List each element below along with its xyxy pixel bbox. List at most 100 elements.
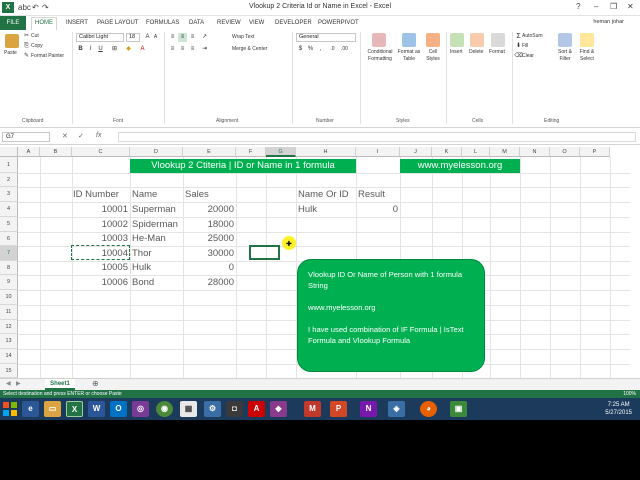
minimize-button[interactable]: –: [594, 2, 598, 12]
copy-button[interactable]: Copy: [31, 43, 43, 50]
enter-formula-icon[interactable]: ✓: [78, 132, 84, 140]
align-top-icon[interactable]: ≡: [168, 33, 177, 42]
row-header[interactable]: 11: [0, 305, 18, 320]
borders-icon[interactable]: ⊞: [110, 45, 119, 54]
header-sales[interactable]: Sales: [185, 188, 209, 201]
row-header[interactable]: 10: [0, 290, 18, 305]
paste-button[interactable]: Paste: [4, 50, 17, 57]
chrome-icon[interactable]: ◉: [156, 401, 173, 417]
find-select-button[interactable]: Find & Select: [576, 49, 598, 63]
row-header[interactable]: 12: [0, 320, 18, 334]
align-middle-icon[interactable]: ≡: [178, 33, 187, 42]
header-name-or-id[interactable]: Name Or ID: [298, 188, 349, 201]
movie-maker-icon[interactable]: M: [304, 401, 321, 417]
media-icon[interactable]: ◎: [132, 401, 149, 417]
align-bottom-icon[interactable]: ≡: [188, 33, 197, 42]
ie-icon[interactable]: e: [22, 401, 39, 417]
underline-icon[interactable]: U: [96, 45, 105, 54]
cell-styles-icon[interactable]: [426, 33, 440, 47]
row-header[interactable]: 2: [0, 173, 18, 187]
percent-icon[interactable]: %: [306, 45, 315, 54]
shrink-font-icon[interactable]: A: [151, 33, 160, 42]
fill-color-icon[interactable]: ◆: [124, 45, 133, 54]
row-header[interactable]: 14: [0, 349, 18, 364]
row-header[interactable]: 9: [0, 275, 18, 290]
row-header[interactable]: 5: [0, 217, 18, 232]
wrap-text-button[interactable]: Wrap Text: [232, 34, 254, 41]
calculator-icon[interactable]: ▦: [180, 401, 197, 417]
align-center-icon[interactable]: ≡: [178, 45, 187, 54]
column-header[interactable]: K: [432, 147, 462, 157]
table-sales-cell[interactable]: 25000: [183, 232, 234, 245]
row-header[interactable]: 4: [0, 202, 18, 217]
header-result[interactable]: Result: [358, 188, 385, 201]
table-name-cell[interactable]: Hulk: [132, 261, 151, 274]
lookup-value-cell[interactable]: Hulk: [298, 203, 317, 216]
table-name-cell[interactable]: Spiderman: [132, 218, 178, 231]
fill-button[interactable]: Fill: [522, 43, 528, 50]
select-all-corner[interactable]: [0, 147, 18, 157]
recorder-icon[interactable]: ▣: [450, 401, 467, 417]
decrease-decimal-icon[interactable]: .00: [340, 45, 349, 54]
cell-styles-button[interactable]: Cell Styles: [424, 49, 442, 63]
italic-icon[interactable]: I: [86, 45, 95, 54]
add-sheet-icon[interactable]: ⊕: [92, 379, 99, 388]
header-name[interactable]: Name: [132, 188, 157, 201]
sheet-tab-sheet1[interactable]: Sheet1: [45, 379, 75, 390]
comma-icon[interactable]: ,: [316, 45, 325, 54]
conditional-formatting-icon[interactable]: [372, 33, 386, 47]
row-header[interactable]: 3: [0, 187, 18, 202]
banner-site[interactable]: www.myelesson.org: [400, 159, 520, 173]
network-icon[interactable]: ◈: [388, 401, 405, 417]
row-header[interactable]: 13: [0, 334, 18, 349]
system-clock[interactable]: 7:25 AM 5/27/2015: [605, 401, 632, 417]
tab-view[interactable]: VIEW: [249, 18, 264, 28]
column-header[interactable]: G: [266, 147, 296, 157]
conditional-formatting-button[interactable]: Conditional Formatting: [362, 49, 398, 63]
clear-button[interactable]: Clear: [522, 53, 534, 60]
camera-icon[interactable]: ◘: [226, 401, 243, 417]
table-sales-cell[interactable]: 20000: [183, 203, 234, 216]
outlook-icon[interactable]: O: [110, 401, 127, 417]
settings-icon[interactable]: ⚙: [204, 401, 221, 417]
column-header[interactable]: B: [40, 147, 72, 157]
tab-insert[interactable]: INSERT: [66, 18, 88, 28]
font-color-icon[interactable]: A: [138, 45, 147, 54]
tab-home[interactable]: HOME: [31, 17, 57, 30]
tab-developer[interactable]: DEVELOPER: [275, 18, 312, 28]
table-sales-cell[interactable]: 18000: [183, 218, 234, 231]
delete-cells-button[interactable]: Delete: [469, 49, 483, 56]
table-id-cell[interactable]: 10006: [72, 276, 128, 289]
table-id-cell[interactable]: 10001: [72, 203, 128, 216]
tab-powerpivot[interactable]: POWERPIVOT: [318, 18, 359, 28]
bold-icon[interactable]: B: [76, 45, 85, 54]
header-id-number[interactable]: ID Number: [73, 188, 119, 201]
format-as-table-button[interactable]: Format as Table: [396, 49, 422, 63]
help-icon[interactable]: ?: [576, 2, 580, 12]
tab-file[interactable]: FILE: [0, 16, 26, 30]
tab-page-layout[interactable]: PAGE LAYOUT: [97, 18, 138, 28]
increase-decimal-icon[interactable]: .0: [328, 45, 337, 54]
currency-icon[interactable]: $: [296, 45, 305, 54]
banner-title[interactable]: Vlookup 2 Ctiteria | ID or Name in 1 for…: [130, 159, 356, 173]
firefox-icon[interactable]: ◕: [420, 401, 437, 417]
table-id-cell[interactable]: 10003: [72, 232, 128, 245]
table-id-cell[interactable]: 10005: [72, 261, 128, 274]
acrobat-icon[interactable]: A: [248, 401, 265, 417]
column-header[interactable]: P: [580, 147, 610, 157]
windows-start-icon[interactable]: [2, 401, 18, 417]
orientation-icon[interactable]: ↗: [200, 33, 209, 42]
format-cells-icon[interactable]: [491, 33, 505, 47]
table-sales-cell[interactable]: 28000: [183, 276, 234, 289]
merge-center-button[interactable]: Merge & Center: [232, 46, 267, 53]
cut-icon[interactable]: ✂: [22, 32, 31, 41]
paste-icon[interactable]: [5, 34, 19, 48]
active-cell-g7[interactable]: [249, 245, 280, 260]
table-name-cell[interactable]: Bond: [132, 276, 154, 289]
row-header[interactable]: 15: [0, 364, 18, 378]
number-format-select[interactable]: General: [296, 33, 356, 42]
row-header[interactable]: 8: [0, 261, 18, 275]
restore-button[interactable]: ❐: [610, 2, 617, 12]
column-header[interactable]: F: [236, 147, 266, 157]
indent-icon[interactable]: ⇥: [200, 45, 209, 54]
